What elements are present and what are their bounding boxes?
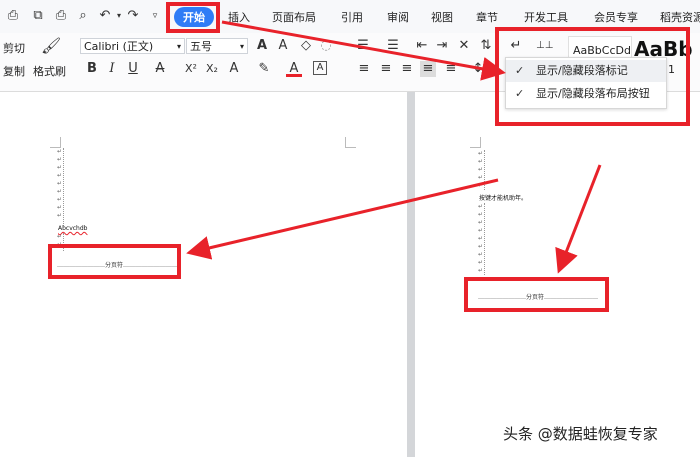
watermark: 头条 @数据蛙恢复专家 [503, 425, 658, 443]
annotation-arrows [186, 20, 602, 274]
arrow-to-left-break [186, 178, 499, 260]
arrow-to-dropdown [221, 20, 506, 81]
arrow-to-right-break [555, 164, 602, 274]
